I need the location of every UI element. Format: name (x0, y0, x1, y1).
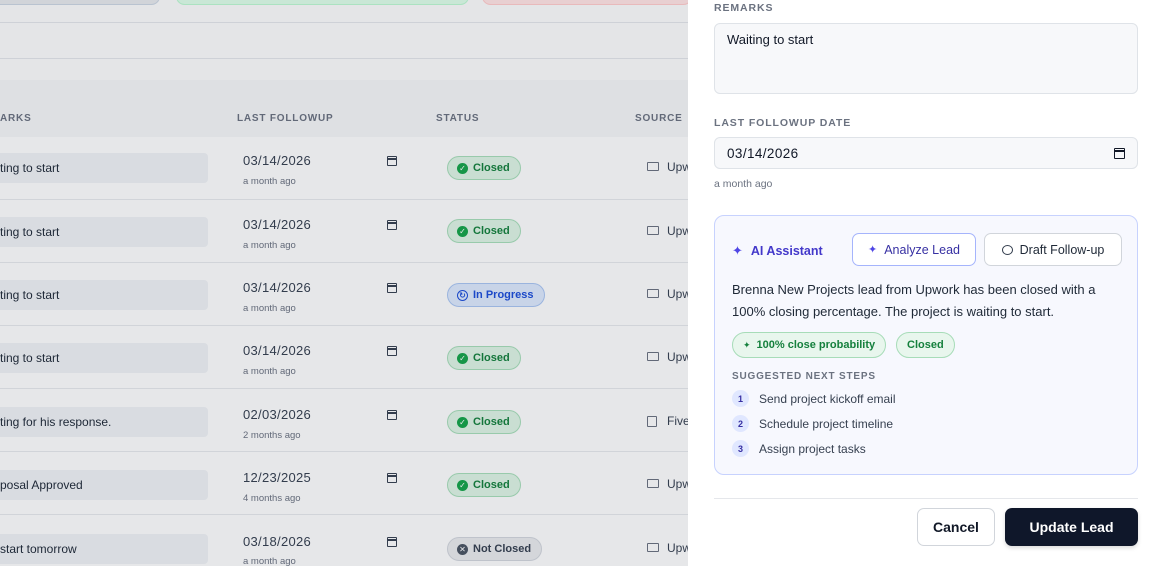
update-lead-button[interactable]: Update Lead (1005, 508, 1138, 546)
close-probability-chip: ✦ 100% close probability (732, 332, 887, 358)
status-chip: Closed (896, 332, 955, 358)
ai-assistant-panel: ✦ AI Assistant ✦ Analyze Lead Draft Foll… (714, 215, 1138, 475)
followup-date-label: LAST FOLLOWUP DATE (714, 117, 852, 129)
calendar-icon[interactable] (1114, 147, 1125, 159)
remarks-label: REMARKS (714, 2, 774, 14)
step-text: Send project kickoff email (759, 391, 896, 406)
analyze-lead-button[interactable]: ✦ Analyze Lead (852, 233, 976, 266)
cancel-button[interactable]: Cancel (917, 508, 995, 546)
ai-summary-text: Brenna New Projects lead from Upwork has… (732, 282, 1096, 319)
followup-relative-time: a month ago (714, 178, 773, 190)
modal-backdrop[interactable] (0, 0, 688, 566)
sparkles-icon: ✦ (732, 243, 743, 258)
step-number: 3 (732, 440, 749, 457)
edit-lead-drawer: REMARKS Waiting to start LAST FOLLOWUP D… (688, 0, 1167, 566)
sparkles-icon: ✦ (868, 244, 878, 256)
next-steps-label: SUGGESTED NEXT STEPS (732, 371, 876, 382)
footer-divider (714, 498, 1138, 499)
sparkles-icon: ✦ (743, 339, 751, 350)
next-step-item: 2 Schedule project timeline (732, 415, 893, 432)
next-step-item: 3 Assign project tasks (732, 440, 866, 457)
next-step-item: 1 Send project kickoff email (732, 390, 896, 407)
message-circle-icon (1001, 244, 1013, 255)
followup-date-value: 03/14/2026 (727, 145, 799, 161)
step-text: Assign project tasks (759, 441, 866, 456)
ai-assistant-title: ✦ AI Assistant (732, 243, 823, 258)
step-number: 2 (732, 415, 749, 432)
leads-table-background: ARKS LAST FOLLOWUP STATUS SOURCE ting to… (0, 0, 688, 566)
step-number: 1 (732, 390, 749, 407)
remarks-textarea[interactable]: Waiting to start (714, 23, 1138, 94)
followup-date-input[interactable]: 03/14/2026 (714, 137, 1138, 169)
draft-follow-up-button[interactable]: Draft Follow-up (984, 233, 1122, 266)
step-text: Schedule project timeline (759, 416, 894, 431)
